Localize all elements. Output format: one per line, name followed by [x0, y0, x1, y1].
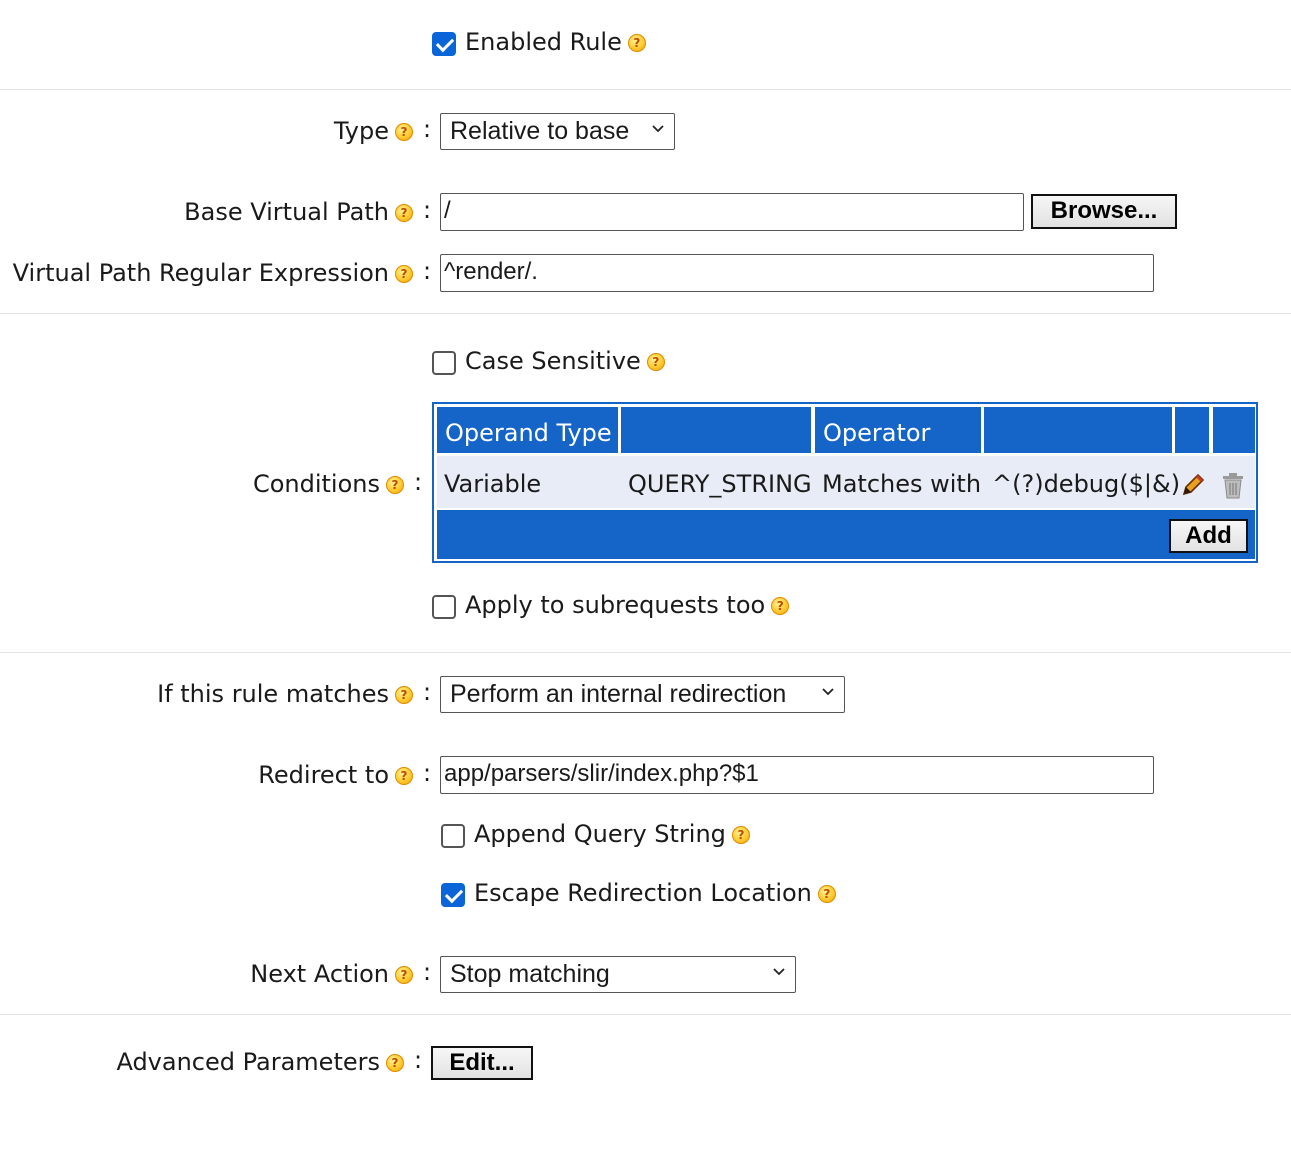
colon: : [423, 678, 432, 706]
append-query-checkbox[interactable] [441, 824, 465, 848]
case-sensitive-label: Case Sensitive [465, 347, 641, 375]
colon: : [414, 468, 423, 496]
type-row-label: Type? [334, 117, 413, 145]
redirect-label: Redirect to [258, 761, 389, 789]
help-icon[interactable]: ? [731, 826, 750, 844]
help-icon[interactable]: ? [627, 34, 646, 52]
append-query-label: Append Query String [474, 820, 726, 848]
next-action-row-label: Next Action? [250, 960, 413, 988]
browse-button[interactable]: Browse... [1031, 194, 1177, 229]
colon: : [423, 257, 432, 285]
type-select-value: Relative to base [450, 117, 630, 145]
header-value [984, 407, 1172, 453]
escape-redirect-row: Escape Redirection Location? [474, 879, 836, 907]
help-icon[interactable]: ? [386, 1054, 404, 1072]
regex-row-label: Virtual Path Regular Expression? [13, 259, 413, 287]
escape-redirect-label: Escape Redirection Location [474, 879, 812, 907]
base-path-label: Base Virtual Path [184, 198, 389, 226]
next-action-select[interactable]: Stop matching [440, 956, 796, 993]
help-icon[interactable]: ? [386, 476, 404, 494]
help-icon[interactable]: ? [395, 265, 413, 283]
colon: : [423, 115, 432, 143]
enabled-rule-checkbox[interactable] [432, 32, 456, 56]
conditions-row-label: Conditions? [253, 470, 404, 498]
apply-subrequests-row: Apply to subrequests too? [465, 591, 790, 619]
append-query-row: Append Query String? [474, 820, 750, 848]
base-path-input[interactable]: / [440, 193, 1024, 231]
advanced-row-label: Advanced Parameters? [116, 1048, 404, 1076]
divider [0, 89, 1291, 90]
colon: : [423, 958, 432, 986]
colon: : [423, 196, 432, 224]
divider [0, 313, 1291, 314]
help-icon[interactable]: ? [771, 597, 790, 615]
case-sensitive-checkbox[interactable] [432, 351, 456, 375]
header-edit [1175, 407, 1209, 453]
type-label: Type [333, 117, 389, 145]
help-icon[interactable]: ? [395, 966, 413, 984]
regex-input[interactable]: ^render/. [440, 254, 1154, 292]
help-icon[interactable]: ? [395, 123, 413, 141]
cell-value: ^(?)debug($|&) [992, 470, 1181, 498]
help-icon[interactable]: ? [395, 767, 413, 785]
case-sensitive-row: Case Sensitive? [465, 347, 665, 375]
apply-subrequests-checkbox[interactable] [432, 595, 456, 619]
cell-operator: Matches with [822, 470, 982, 498]
divider [0, 1014, 1291, 1015]
redirect-input[interactable]: app/parsers/slir/index.php?$1 [440, 756, 1154, 794]
colon: : [423, 759, 432, 787]
divider [0, 652, 1291, 653]
header-operand-type: Operand Type [437, 407, 618, 453]
regex-label: Virtual Path Regular Expression [12, 259, 389, 287]
redirect-row-label: Redirect to? [258, 761, 413, 789]
enabled-rule-label: Enabled Rule [465, 28, 622, 56]
conditions-label: Conditions [252, 470, 380, 498]
rule-matches-label: If this rule matches [157, 680, 389, 708]
pencil-icon[interactable] [1180, 472, 1206, 498]
cell-operand-type: Variable [444, 470, 542, 498]
apply-subrequests-label: Apply to subrequests too [465, 591, 766, 619]
action-select[interactable]: Perform an internal redirection [440, 676, 845, 713]
chevron-down-icon [773, 968, 785, 976]
base-path-row-label: Base Virtual Path? [184, 198, 413, 226]
help-icon[interactable]: ? [395, 686, 413, 704]
help-icon[interactable]: ? [395, 204, 413, 222]
header-delete [1213, 407, 1255, 453]
rule-matches-row-label: If this rule matches? [157, 680, 413, 708]
cell-operand: QUERY_STRING [628, 470, 812, 498]
help-icon[interactable]: ? [646, 353, 665, 371]
escape-redirect-checkbox[interactable] [441, 883, 465, 907]
edit-advanced-button[interactable]: Edit... [431, 1046, 533, 1080]
conditions-table: Operand Type Operator Variable QUERY_STR… [432, 402, 1258, 563]
chevron-down-icon [822, 688, 834, 696]
next-action-select-value: Stop matching [450, 960, 610, 988]
colon: : [414, 1046, 423, 1074]
add-condition-button[interactable]: Add [1169, 519, 1248, 553]
help-icon[interactable]: ? [817, 885, 836, 903]
action-select-value: Perform an internal redirection [450, 680, 787, 708]
next-action-label: Next Action [250, 960, 389, 988]
advanced-label: Advanced Parameters [116, 1048, 380, 1076]
enabled-rule-row: Enabled Rule? [465, 28, 646, 56]
table-footer [437, 510, 1255, 559]
trash-icon[interactable] [1220, 472, 1246, 500]
header-operand [621, 407, 811, 453]
type-select[interactable]: Relative to base [440, 113, 675, 150]
chevron-down-icon [652, 125, 664, 133]
header-operator: Operator [815, 407, 981, 453]
